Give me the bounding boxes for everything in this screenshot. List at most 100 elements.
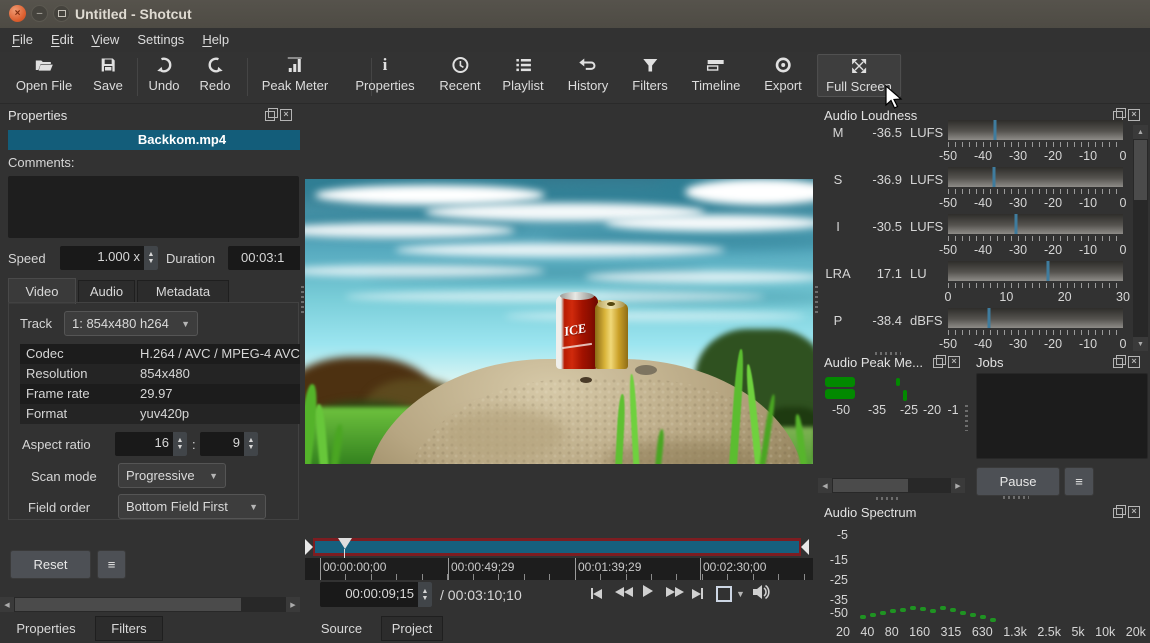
aspect-width-spinbox[interactable]: 16▲▼ [115,432,187,456]
volume-button[interactable] [752,584,770,603]
peak-hscrollbar[interactable]: ◀▶ [818,478,965,493]
window-titlebar[interactable]: × – Untitled - Shotcut [0,0,1150,29]
toolbar-timeline-button[interactable]: Timeline [692,55,741,93]
rewind-button[interactable] [615,585,633,600]
properties-menu-button[interactable]: ≡ [97,550,126,579]
float-panel-icon[interactable] [265,111,275,121]
video-art-shape [395,243,725,257]
toolbar-clock-button[interactable]: Recent [439,55,480,93]
duration-field[interactable]: 00:03:1 [228,246,300,270]
jobs-title: Jobs [976,355,1003,375]
menu-view[interactable]: View [82,29,128,51]
window-minimize-button[interactable]: – [31,5,48,22]
scroll-thumb[interactable] [833,479,908,492]
scrub-bar[interactable] [313,538,801,556]
scroll-arrow-button[interactable]: ▶ [951,478,965,493]
menu-edit[interactable]: Edit [42,29,82,51]
tab-metadata[interactable]: Metadata [137,280,229,303]
play-button[interactable] [643,585,653,600]
spectrum-dot [900,608,906,612]
speed-spinbox[interactable]: 1.000 x▲▼ [60,246,158,270]
close-panel-icon[interactable]: × [1128,506,1140,518]
toolbar-playlist-button[interactable]: Playlist [502,55,543,93]
tab-source[interactable]: Source [305,615,378,641]
float-panel-icon[interactable] [1113,508,1123,518]
pause-button[interactable]: Pause [976,467,1060,496]
scroll-arrow-button[interactable]: ▼ [1133,337,1148,351]
in-point-marker[interactable] [305,539,313,555]
loudness-vscrollbar[interactable]: ▲▼ [1133,125,1148,351]
float-panel-icon[interactable] [933,358,943,368]
toolbar-undo-button[interactable]: Undo [148,55,179,93]
tab-video[interactable]: Video [8,278,76,304]
close-panel-icon[interactable]: × [1128,356,1140,368]
toolbar-filter-button[interactable]: Filters [632,55,667,93]
toolbar-redo-button[interactable]: Redo [199,55,230,93]
window-close-button[interactable]: × [9,5,26,22]
float-panel-icon[interactable] [1113,358,1123,368]
spectrum-x-label: 2.5k [1037,625,1061,639]
out-point-marker[interactable] [801,539,809,555]
tab-project[interactable]: Project [381,616,443,641]
jobs-menu-button[interactable]: ≡ [1064,467,1094,496]
skip-previous-button[interactable] [591,585,602,600]
toolbar-export-button[interactable]: Export [764,55,802,93]
ruler-tick [422,574,423,580]
playhead[interactable] [338,538,352,549]
skip-next-button[interactable] [692,585,703,600]
scroll-thumb[interactable] [15,598,241,611]
chevron-down-icon: ▼ [249,502,258,512]
spectrum-x-label: 1.3k [1003,625,1027,639]
spinbox-arrows[interactable]: ▲▼ [173,432,187,456]
toolbar-history-button[interactable]: History [568,55,608,93]
dock-tab-filters[interactable]: Filters [95,616,163,641]
jobs-list[interactable] [976,373,1148,459]
toolbar-open-file-button[interactable]: Open File [16,55,72,93]
scroll-arrow-button[interactable]: ▶ [286,597,300,612]
zoom-fit-button[interactable] [716,586,732,602]
timeline-ruler[interactable]: 00:00:00;0000:00:49;2900:01:39;2900:02:3… [305,558,813,580]
track-combo[interactable]: 1: 854x480 h264▼ [64,311,198,336]
spectrum-x-label: 315 [941,625,962,639]
spectrum-x-label: 160 [909,625,930,639]
close-panel-icon[interactable]: × [948,356,960,368]
menu-file[interactable]: File [3,29,42,51]
menu-settings[interactable]: Settings [128,29,193,51]
playlist-icon [513,55,533,75]
toolbar-info-button[interactable]: iProperties [355,55,414,93]
spinbox-arrows[interactable]: ▲▼ [144,246,158,270]
ruler-tick [600,574,601,580]
fast-forward-button[interactable] [666,585,684,600]
spinbox-arrows[interactable]: ▲▼ [418,582,432,607]
splitter-handle[interactable] [301,286,304,316]
field-order-label: Field order [28,500,90,515]
scan-mode-combo[interactable]: Progressive▼ [118,463,226,488]
comments-label: Comments: [8,155,74,170]
zoom-dropdown-arrow[interactable]: ▼ [736,589,745,599]
reset-button[interactable]: Reset [10,550,91,579]
spinbox-arrows[interactable]: ▲▼ [244,432,258,456]
scroll-arrow-button[interactable]: ◀ [0,597,14,612]
scroll-arrow-button[interactable]: ▲ [1133,125,1148,139]
scroll-arrow-button[interactable]: ◀ [818,478,832,493]
toolbar-button-label: History [568,78,608,93]
video-preview: ICE [305,179,813,464]
window-maximize-button[interactable] [53,5,70,22]
audio-peak-meter-title: Audio Peak Me... [824,355,923,375]
properties-hscrollbar[interactable]: ◀▶ [0,597,300,612]
toolbar-save-button[interactable]: Save [93,55,123,93]
close-panel-icon[interactable]: × [280,109,292,121]
menu-help[interactable]: Help [193,29,238,51]
peak-meter-icon [285,55,305,75]
scroll-thumb[interactable] [1134,140,1147,200]
dock-tab-properties[interactable]: Properties [0,615,92,641]
toolbar-peak-meter-button[interactable]: Peak Meter [262,55,328,93]
history-icon [578,55,598,75]
field-order-combo[interactable]: Bottom Field First▼ [118,494,266,519]
loudness-row-m: M-36.5LUFS-50-40-30-20-100 [818,120,1150,167]
undo-icon [154,55,174,75]
current-time-spinbox[interactable]: 00:00:09;15▲▼ [320,582,432,607]
comments-textarea[interactable] [8,176,299,238]
aspect-height-spinbox[interactable]: 9▲▼ [200,432,258,456]
tab-audio[interactable]: Audio [78,280,135,303]
